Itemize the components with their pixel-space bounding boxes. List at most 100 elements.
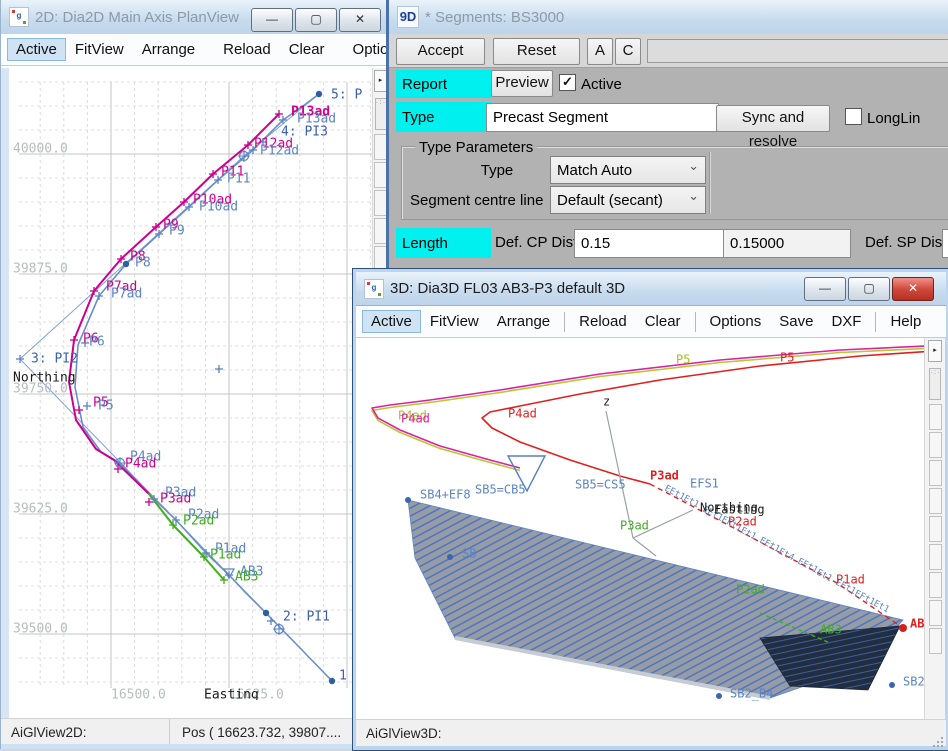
plot-left-frame [1, 68, 9, 744]
plot-3d-side-toolbar[interactable]: ▸ · : · [924, 338, 945, 719]
plot-label: P4ad [401, 412, 430, 426]
length-label[interactable]: Length [396, 228, 491, 258]
menu-item-clear[interactable]: Clear [280, 38, 334, 61]
plot-label: Easting [204, 688, 259, 701]
strip-button[interactable] [929, 544, 942, 570]
9d-app-icon: 9D [397, 6, 419, 28]
strip-button[interactable] [929, 488, 942, 514]
plot-label: P3ad [620, 519, 649, 533]
resize-grip[interactable] [933, 735, 945, 747]
window-2d-title: 2D: Dia2D Main Axis PlanView [35, 9, 239, 26]
sync-resolve-button[interactable]: Sync and resolve [716, 105, 830, 132]
plot-label: P9 [169, 224, 185, 239]
plot-label: P7ad [111, 287, 142, 302]
menu-item-reload[interactable]: Reload [214, 38, 280, 61]
chevron-down-icon: ⌄ [688, 188, 699, 204]
strip-button[interactable] [929, 600, 942, 626]
centre-line-combo[interactable]: Default (secant) ⌄ [550, 186, 706, 214]
type-field[interactable]: Precast Segment [486, 103, 719, 132]
plot-label: P2ad [728, 515, 757, 529]
menu-item-help[interactable]: Help [881, 310, 930, 333]
plot-label: 2: PI1 [283, 610, 330, 625]
c-button[interactable]: C [615, 38, 641, 65]
strip-button[interactable] [929, 460, 942, 486]
menu-item-arrange[interactable]: Arrange [488, 310, 559, 333]
menu-item-save[interactable]: Save [770, 310, 822, 333]
window-3d: g 3D: Dia3D FL03 AB3-P3 default 3D — ▢ ✕… [352, 268, 948, 751]
plot-label: 5: P [331, 88, 362, 103]
menu-item-fitview[interactable]: FitView [421, 310, 488, 333]
plot-label: SB5=CB5 [475, 483, 526, 497]
menu-item-reload[interactable]: Reload [570, 310, 636, 333]
minimize-button[interactable]: — [804, 277, 846, 301]
plot-label: P4ad [125, 457, 156, 472]
window-3d-title: 3D: Dia3D FL03 AB3-P3 default 3D [390, 280, 625, 297]
a-button[interactable]: A [587, 38, 613, 65]
strip-slider-thumb[interactable]: · : · [375, 98, 387, 130]
menu-item-options[interactable]: Options [344, 38, 387, 61]
sp-dist-input[interactable]: 0. [942, 229, 948, 258]
plot-label: P12ad [260, 144, 299, 159]
reset-button[interactable]: Reset [493, 38, 580, 65]
close-button[interactable]: ✕ [892, 277, 934, 301]
type-parameters-title: Type Parameters [415, 139, 537, 156]
plot-label: 39625.0 [13, 502, 68, 517]
maximize-button[interactable]: ▢ [848, 277, 890, 301]
curve-axis-east [633, 538, 656, 556]
plot-label: SB2 [903, 675, 924, 689]
strip-button[interactable] [929, 628, 942, 654]
strip-button[interactable] [929, 404, 942, 430]
plot-label: SB5=CS5 [575, 478, 626, 492]
plot-label: P5 [780, 351, 794, 365]
longlin-checkbox-label: LongLin [867, 110, 920, 127]
plot-label: SB [462, 547, 476, 561]
window-2d-frame [1, 744, 387, 749]
group-separator [709, 152, 710, 214]
menu-item-options[interactable]: Options [701, 310, 771, 333]
window-2d-titlebar[interactable]: g 2D: Dia2D Main Axis PlanView — ▢ ✕ [1, 0, 387, 35]
edge-label: Et1 [682, 494, 701, 510]
strip-button[interactable] [929, 572, 942, 598]
plot-label: AB3 [235, 570, 258, 585]
preview-button[interactable]: Preview [491, 70, 553, 97]
plot-3d-canvas[interactable]: EEt1Et1EEt1EFt1Et1EEt1Et4EEt1Et1EEt1EFt1… [356, 338, 924, 719]
plot-label: 16500.0 [111, 688, 166, 701]
menu-item-clear[interactable]: Clear [636, 310, 690, 333]
plot-label: P1ad [836, 573, 865, 587]
plot-label: P2ad [736, 583, 765, 597]
menu-item-dxf[interactable]: DXF [822, 310, 870, 333]
window-segments-titlebar[interactable]: 9D * Segments: BS3000 [389, 0, 948, 35]
maximize-button[interactable]: ▢ [295, 8, 337, 32]
menu-separator [875, 312, 876, 332]
status-bar-2d: AiGlView2D: Pos ( 16623.732, 39807.... [1, 718, 387, 745]
menu-item-active[interactable]: Active [7, 38, 66, 61]
plot-label: P13ad [297, 112, 336, 127]
param-type-combo[interactable]: Match Auto ⌄ [550, 156, 706, 184]
cp-dist-input[interactable]: 0.15 [574, 229, 729, 258]
strip-button[interactable] [929, 516, 942, 542]
window-3d-menubar: ActiveFitViewArrange ReloadClear OptionsSa… [356, 306, 946, 338]
close-button[interactable]: ✕ [339, 8, 381, 32]
geo-app-icon: g [9, 7, 29, 27]
longlin-checkbox[interactable] [845, 108, 862, 125]
centre-line-label: Segment centre line [410, 192, 543, 209]
plot-2d-canvas[interactable]: 40000.039875.039750.039625.039500.016500… [9, 68, 372, 700]
strip-arrow-button[interactable]: ▸ [374, 70, 388, 92]
menu-item-active[interactable]: Active [362, 310, 421, 333]
strip-button[interactable] [929, 432, 942, 458]
menu-item-arrange[interactable]: Arrange [133, 38, 204, 61]
type-label[interactable]: Type [396, 102, 491, 132]
plot-label: P4ad [508, 407, 537, 421]
strip-slider-thumb[interactable]: · : · [929, 368, 941, 400]
window-3d-titlebar[interactable]: g 3D: Dia3D FL03 AB3-P3 default 3D — ▢ ✕ [356, 272, 946, 306]
status-divider [169, 719, 170, 745]
strip-arrow-button[interactable]: ▸ [928, 340, 942, 362]
curve-outer-magenta [372, 345, 924, 468]
report-label[interactable]: Report [396, 70, 491, 98]
minimize-button[interactable]: — [251, 8, 293, 32]
status-3d-label: AiGlView3D: [366, 726, 442, 741]
active-checkbox[interactable]: ✓ [559, 74, 576, 91]
menu-item-fitview[interactable]: FitView [66, 38, 133, 61]
accept-button[interactable]: Accept [396, 38, 485, 65]
active-checkbox-label: Active [581, 76, 622, 93]
